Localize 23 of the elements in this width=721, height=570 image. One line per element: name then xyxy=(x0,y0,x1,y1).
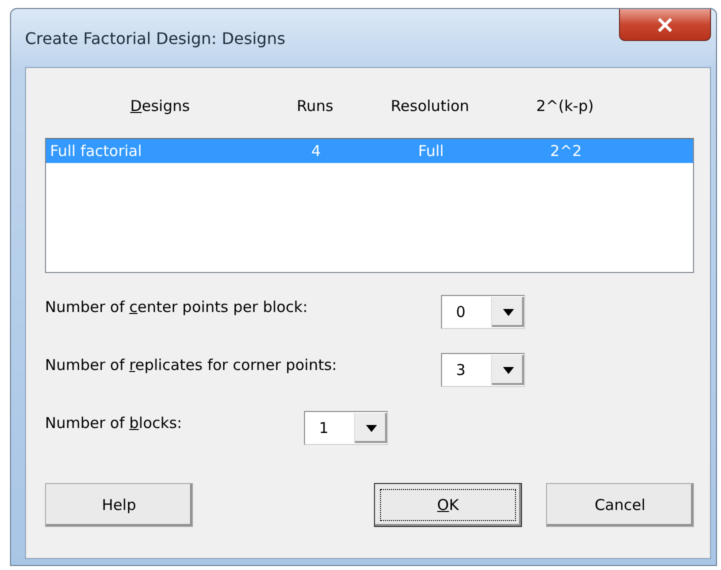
dropdown-field[interactable]: 3 xyxy=(441,353,525,387)
dropdown-field[interactable]: 1 xyxy=(304,411,388,445)
dropdown-arrow-icon xyxy=(502,308,514,316)
window-title: Create Factorial Design: Designs xyxy=(25,29,286,48)
column-header: Resolution xyxy=(390,97,470,115)
table-cell-text: Full factorial xyxy=(49,142,143,160)
close-button[interactable] xyxy=(619,9,711,41)
column-header: 2^(k-p) xyxy=(535,97,595,115)
column-header: Runs xyxy=(296,97,334,115)
dropdown-field[interactable]: 0 xyxy=(441,295,525,329)
close-icon xyxy=(657,18,673,32)
field-label: Number of center points per block: xyxy=(45,298,309,316)
dropdown-arrow-icon xyxy=(366,424,376,432)
column-header: Designs xyxy=(129,97,191,115)
table-cell-text: 2^2 xyxy=(549,142,583,160)
field-label: Number of blocks: xyxy=(45,414,183,432)
dialog-button[interactable]: OK xyxy=(374,483,522,527)
table-cell-text: Full xyxy=(417,142,445,160)
dialog-button[interactable]: Help xyxy=(45,483,193,527)
table-cell-text: 4 xyxy=(310,142,322,160)
field-label: Number of replicates for corner points: xyxy=(45,356,338,374)
dialog-button[interactable]: Cancel xyxy=(546,483,694,527)
dropdown-arrow-icon xyxy=(502,366,514,374)
